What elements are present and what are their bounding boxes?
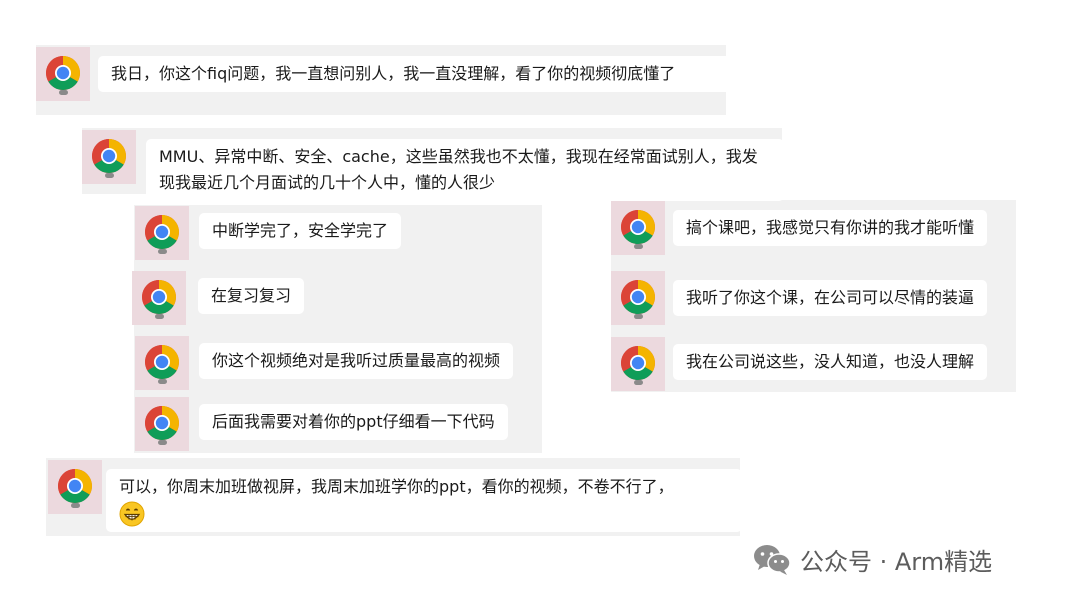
chrome-icon bbox=[145, 345, 179, 379]
status-dot bbox=[634, 380, 643, 385]
message-text: 可以，你周末加班做视屏，我周末加班学你的ppt，看你的视频，不卷不行了， bbox=[119, 477, 674, 496]
message-bubble: 中断学完了，安全学完了 bbox=[199, 213, 402, 249]
message-bubble: 我在公司说这些，没人知道，也没人理解 bbox=[673, 344, 988, 380]
avatar bbox=[611, 201, 665, 255]
message-bubble: 可以，你周末加班做视屏，我周末加班学你的ppt，看你的视频，不卷不行了， bbox=[106, 469, 742, 532]
avatar bbox=[611, 337, 665, 391]
avatar bbox=[135, 397, 189, 451]
status-dot bbox=[158, 379, 167, 384]
chrome-icon bbox=[621, 280, 655, 314]
wechat-icon bbox=[754, 545, 791, 575]
message-bubble: 在复习复习 bbox=[198, 278, 305, 314]
avatar bbox=[135, 206, 189, 260]
watermark-text: 公众号 · Arm精选 bbox=[800, 547, 993, 576]
chrome-icon bbox=[145, 406, 179, 440]
avatar bbox=[611, 271, 665, 325]
chrome-icon bbox=[621, 346, 655, 380]
message-bubble: 后面我需要对着你的ppt仔细看一下代码 bbox=[199, 404, 508, 440]
status-dot bbox=[158, 440, 167, 445]
avatar bbox=[48, 460, 102, 514]
grinning-face-emoji bbox=[119, 501, 145, 526]
watermark: 公众号 · Arm精选 bbox=[752, 541, 992, 577]
status-dot bbox=[634, 314, 643, 319]
chrome-icon bbox=[145, 215, 179, 249]
message-bubble: 你这个视频绝对是我听过质量最高的视频 bbox=[199, 343, 514, 379]
chrome-icon bbox=[46, 56, 80, 90]
chrome-icon bbox=[92, 139, 126, 173]
status-dot bbox=[71, 503, 80, 508]
avatar bbox=[82, 130, 136, 184]
status-dot bbox=[155, 314, 164, 319]
status-dot bbox=[59, 90, 68, 95]
chrome-icon bbox=[58, 469, 92, 503]
avatar bbox=[36, 47, 90, 101]
avatar bbox=[132, 271, 186, 325]
status-dot bbox=[158, 249, 167, 254]
chrome-icon bbox=[621, 210, 655, 244]
status-dot bbox=[105, 173, 114, 178]
avatar bbox=[135, 336, 189, 390]
message-bubble: 搞个课吧，我感觉只有你讲的我才能听懂 bbox=[673, 210, 988, 246]
message-bubble: 我听了你这个课，在公司可以尽情的装逼 bbox=[673, 280, 988, 316]
message-bubble: MMU、异常中断、安全、cache，这些虽然我也不太懂，我现在经常面试别人，我发… bbox=[146, 139, 784, 201]
status-dot bbox=[634, 244, 643, 249]
chrome-icon bbox=[142, 280, 176, 314]
message-bubble: 我日，你这个fiq问题，我一直想问别人，我一直没理解，看了你的视频彻底懂了 bbox=[98, 56, 734, 92]
